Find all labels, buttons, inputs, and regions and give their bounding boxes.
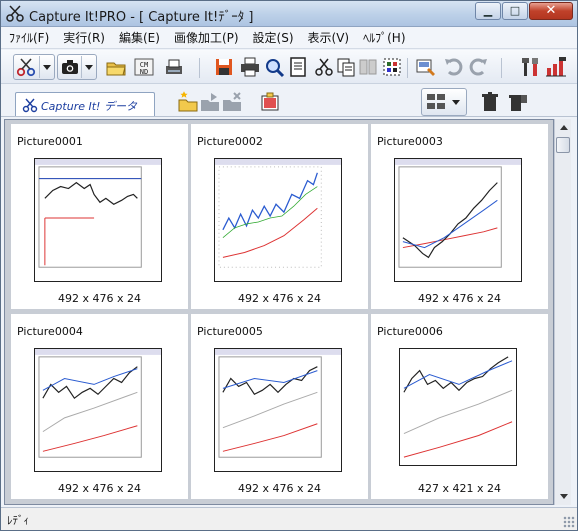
camera-icon[interactable] bbox=[59, 56, 81, 78]
picture-dimensions: 492 x 476 x 24 bbox=[418, 292, 501, 305]
window-title: Capture It!PRO - [ Capture It!ﾃﾞｰﾀ ] bbox=[29, 10, 254, 25]
paste-icon[interactable] bbox=[357, 56, 379, 78]
vertical-scrollbar[interactable] bbox=[554, 119, 571, 505]
chart-thumbnail bbox=[214, 158, 342, 282]
menu-image-processing[interactable]: 画像加工(P) bbox=[174, 29, 239, 46]
tab-capture-data[interactable]: Capture It! データ bbox=[15, 92, 155, 116]
menu-file[interactable]: ﾌｧｲﾙ(F) bbox=[9, 29, 49, 46]
thumbnail-item[interactable]: Picture0004 492 x 476 x 24 bbox=[11, 314, 188, 499]
chart-thumbnail bbox=[214, 348, 342, 472]
stock-chart-image bbox=[395, 159, 521, 281]
print-preview-icon[interactable] bbox=[263, 56, 285, 78]
thumbnail-item[interactable]: Picture0003 492 x 476 x 24 bbox=[371, 124, 548, 309]
open-folder-icon[interactable] bbox=[105, 56, 127, 78]
maximize-button[interactable]: □ bbox=[502, 2, 528, 20]
thumbnail-view-icon[interactable] bbox=[425, 91, 447, 113]
status-bar: ﾚﾃﾞｨ bbox=[1, 507, 577, 530]
scissors-capture-icon[interactable] bbox=[15, 56, 37, 78]
view-mode-dropdown-arrow[interactable] bbox=[449, 91, 463, 113]
tab-bar: Capture It! データ bbox=[1, 85, 577, 117]
cut-icon[interactable] bbox=[313, 56, 335, 78]
picture-name: Picture0003 bbox=[377, 135, 443, 148]
app-window: Capture It!PRO - [ Capture It!ﾃﾞｰﾀ ] ▁ □… bbox=[0, 0, 578, 531]
recycle-icon[interactable] bbox=[507, 91, 529, 113]
picture-name: Picture0005 bbox=[197, 325, 263, 338]
tools-icon[interactable] bbox=[519, 56, 541, 78]
minimize-button[interactable]: ▁ bbox=[475, 2, 501, 20]
capture-dropdown-arrow[interactable] bbox=[39, 56, 53, 78]
copy-icon[interactable] bbox=[335, 56, 357, 78]
title-bar: Capture It!PRO - [ Capture It!ﾃﾞｰﾀ ] ▁ □… bbox=[1, 1, 577, 27]
stock-chart-image bbox=[35, 159, 161, 281]
toolbar-separator bbox=[501, 58, 502, 78]
picture-name: Picture0001 bbox=[17, 135, 83, 148]
move-folder-icon[interactable] bbox=[199, 91, 221, 113]
document-icon[interactable] bbox=[287, 56, 309, 78]
scissors-tab-icon bbox=[22, 98, 38, 113]
thumbnail-item[interactable]: Picture0006 427 x 421 x 24 bbox=[371, 314, 548, 499]
chart-thumbnail bbox=[34, 348, 162, 472]
print-icon[interactable] bbox=[239, 56, 261, 78]
toolbar-separator bbox=[407, 58, 408, 78]
undo-icon[interactable] bbox=[443, 56, 465, 78]
status-text: ﾚﾃﾞｨ bbox=[7, 514, 29, 527]
picture-name: Picture0004 bbox=[17, 325, 83, 338]
chart-thumbnail bbox=[394, 158, 522, 282]
scanner-icon[interactable] bbox=[163, 56, 185, 78]
stock-chart-image bbox=[215, 159, 341, 281]
picture-dimensions: 492 x 476 x 24 bbox=[58, 482, 141, 495]
chart-thumbnail bbox=[399, 348, 517, 466]
stock-chart-image bbox=[400, 349, 516, 465]
scroll-thumb[interactable] bbox=[556, 137, 570, 153]
picture-dimensions: 492 x 476 x 24 bbox=[238, 482, 321, 495]
gallery-icon[interactable] bbox=[259, 91, 281, 113]
menu-settings[interactable]: 設定(S) bbox=[253, 29, 294, 46]
chart-thumbnail bbox=[34, 158, 162, 282]
menu-bar: ﾌｧｲﾙ(F) 実行(R) 編集(E) 画像加工(P) 設定(S) 表示(V) … bbox=[1, 27, 577, 49]
chart-settings-icon[interactable] bbox=[545, 56, 567, 78]
close-button[interactable]: ✕ bbox=[529, 2, 573, 20]
svg-text:ND: ND bbox=[140, 68, 148, 76]
thumbnail-item[interactable]: Picture0002 492 x 476 x 24 bbox=[191, 124, 368, 309]
picture-dimensions: 492 x 476 x 24 bbox=[238, 292, 321, 305]
delete-folder-icon[interactable] bbox=[221, 91, 243, 113]
menu-help[interactable]: ﾍﾙﾌﾟ(H) bbox=[363, 29, 405, 46]
minimize-icon: ▁ bbox=[483, 4, 493, 17]
picture-name: Picture0002 bbox=[197, 135, 263, 148]
command-icon[interactable]: CM ND bbox=[133, 56, 155, 78]
menu-edit[interactable]: 編集(E) bbox=[119, 29, 160, 46]
scroll-down-button[interactable] bbox=[556, 489, 571, 504]
toolbar-separator bbox=[199, 58, 200, 78]
trash-icon[interactable] bbox=[479, 91, 501, 113]
tab-label: Capture It! データ bbox=[41, 100, 137, 113]
scissors-app-icon bbox=[6, 5, 24, 22]
thumbnail-item[interactable]: Picture0005 492 x 476 x 24 bbox=[191, 314, 368, 499]
redo-icon[interactable] bbox=[467, 56, 489, 78]
menu-run[interactable]: 実行(R) bbox=[63, 29, 105, 46]
close-icon: ✕ bbox=[545, 3, 557, 18]
camera-dropdown-arrow[interactable] bbox=[81, 56, 95, 78]
save-icon[interactable] bbox=[213, 56, 235, 78]
menu-view[interactable]: 表示(V) bbox=[308, 29, 350, 46]
main-toolbar: CM ND bbox=[1, 50, 577, 84]
maximize-icon: □ bbox=[509, 4, 521, 17]
picture-dimensions: 492 x 476 x 24 bbox=[58, 292, 141, 305]
picture-name: Picture0006 bbox=[377, 325, 443, 338]
thumbnail-grid: Picture0001 492 x 476 x 24 Picture0002 4… bbox=[4, 119, 554, 505]
stock-chart-image bbox=[215, 349, 341, 471]
stock-chart-image bbox=[35, 349, 161, 471]
picture-dimensions: 427 x 421 x 24 bbox=[418, 482, 501, 495]
scroll-up-button[interactable] bbox=[556, 120, 571, 135]
new-folder-icon[interactable] bbox=[177, 91, 199, 113]
select-region-icon[interactable] bbox=[381, 56, 403, 78]
image-edit-icon[interactable] bbox=[415, 56, 437, 78]
thumbnail-item[interactable]: Picture0001 492 x 476 x 24 bbox=[11, 124, 188, 309]
resize-grip[interactable] bbox=[563, 516, 575, 528]
